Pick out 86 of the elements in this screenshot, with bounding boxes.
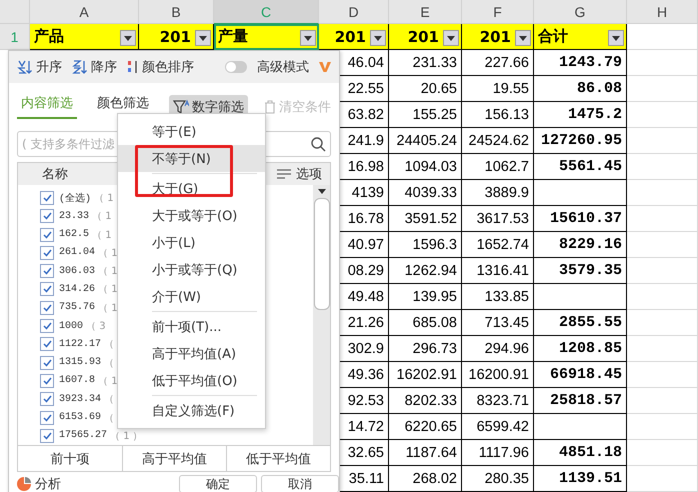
header-text: 201 <box>480 28 511 46</box>
value-label: (全选) <box>59 192 92 205</box>
header-text: 201 <box>408 28 439 46</box>
value-label: 1315.93 <box>59 357 102 368</box>
table-cell: 296.73 <box>389 336 462 362</box>
value-count: （ <box>104 338 114 352</box>
value-count: （ 1 <box>98 302 118 315</box>
value-count: （ <box>104 412 114 425</box>
value-count: （ 1 <box>92 228 112 242</box>
table-cell: 2855.55 <box>534 310 627 336</box>
table-cell: 3617.53 <box>462 206 534 232</box>
table-cell: 5561.45 <box>534 154 627 180</box>
value-count: （ 1 <box>98 374 118 388</box>
value-count: （ 1 <box>94 192 114 205</box>
table-cell: 3579.35 <box>534 258 627 284</box>
value-label: 6153.69 <box>59 412 102 424</box>
toggle-label: 高级模式 <box>257 59 309 76</box>
value-label: 735.76 <box>59 302 96 314</box>
table-cell: 1187.64 <box>389 440 462 466</box>
table-cell: 8323.71 <box>462 388 534 414</box>
value-count: （ 1 <box>92 210 112 224</box>
value-count: （ 1 ） <box>110 430 143 443</box>
value-count: （ 1 <box>98 283 118 296</box>
value-count: （ 1 <box>98 265 118 278</box>
value-label: 1000 <box>59 320 84 332</box>
table-cell: 4851.18 <box>534 440 627 466</box>
table-cell: 4039.33 <box>389 180 462 206</box>
table-cell: 1208.85 <box>534 336 627 362</box>
header-text: 合计 <box>538 27 568 46</box>
value-label: 17565.27 <box>59 430 108 442</box>
table-cell: 1139.51 <box>534 466 627 492</box>
table-cell: 25818.57 <box>534 388 627 414</box>
table-cell: 8229.16 <box>534 232 627 258</box>
table-cell: 15610.37 <box>534 206 627 232</box>
value-label: 1607.8 <box>59 375 96 386</box>
value-count: （ 1 <box>98 246 118 260</box>
header-text: 201 <box>334 28 366 46</box>
table-cell: 1475.2 <box>534 102 627 128</box>
table-cell: 1243.79 <box>534 50 627 76</box>
header-text: 产品 <box>34 27 64 46</box>
table-cell: 16200.91 <box>462 362 534 388</box>
value-count: （ <box>104 356 114 370</box>
table-cell: 66918.45 <box>534 362 627 388</box>
table-cell: 3889.9 <box>462 180 534 206</box>
value-label: 162.5 <box>59 229 90 240</box>
table-cell: 155.25 <box>389 102 462 128</box>
table-cell: 3591.52 <box>389 206 462 232</box>
table-cell: 6220.65 <box>389 414 462 440</box>
value-label: 1122.17 <box>59 338 102 350</box>
analysis-label: 分析 <box>35 476 61 492</box>
table-cell: 156.13 <box>462 102 534 128</box>
table-cell: 227.66 <box>462 50 534 76</box>
value-label: 23.33 <box>59 210 90 222</box>
table-cell: 685.08 <box>389 310 462 336</box>
value-count: （ 3 <box>86 320 106 334</box>
table-cell: 20.65 <box>389 76 462 102</box>
table-cell: 231.33 <box>389 50 462 76</box>
table-cell: 19.55 <box>462 76 534 102</box>
value-count: （ <box>104 393 114 406</box>
table-cell: 1262.94 <box>389 258 462 284</box>
value-label: 314.26 <box>59 284 96 295</box>
header-text: 产量 <box>218 27 248 46</box>
value-label: 306.03 <box>59 266 96 277</box>
table-cell: 6599.42 <box>462 414 534 440</box>
header-text: 201 <box>160 28 191 46</box>
table-cell: 16202.91 <box>389 362 462 388</box>
table-cell: 1316.41 <box>462 258 534 284</box>
table-cell: 139.95 <box>389 284 462 310</box>
value-label: 261.04 <box>59 247 96 258</box>
table-cell: 8202.33 <box>389 388 462 414</box>
value-label: 3923.34 <box>59 394 102 405</box>
table-cell: 24524.62 <box>462 128 534 154</box>
table-cell: 713.45 <box>462 310 534 336</box>
table-cell: 1652.74 <box>462 232 534 258</box>
table-cell: 294.96 <box>462 336 534 362</box>
table-cell: 1062.7 <box>462 154 534 180</box>
table-cell: 133.85 <box>462 284 534 310</box>
table-cell: 268.02 <box>389 466 462 492</box>
table-cell: 1094.03 <box>389 154 462 180</box>
table-cell: 1117.96 <box>462 440 534 466</box>
table-cell: 86.08 <box>534 76 627 102</box>
list-header-label: 名称 <box>42 166 68 183</box>
table-cell: 1596.3 <box>389 232 462 258</box>
table-cell: 24405.24 <box>389 128 462 154</box>
table-cell: 127260.95 <box>534 128 627 154</box>
table-cell: 280.35 <box>462 466 534 492</box>
